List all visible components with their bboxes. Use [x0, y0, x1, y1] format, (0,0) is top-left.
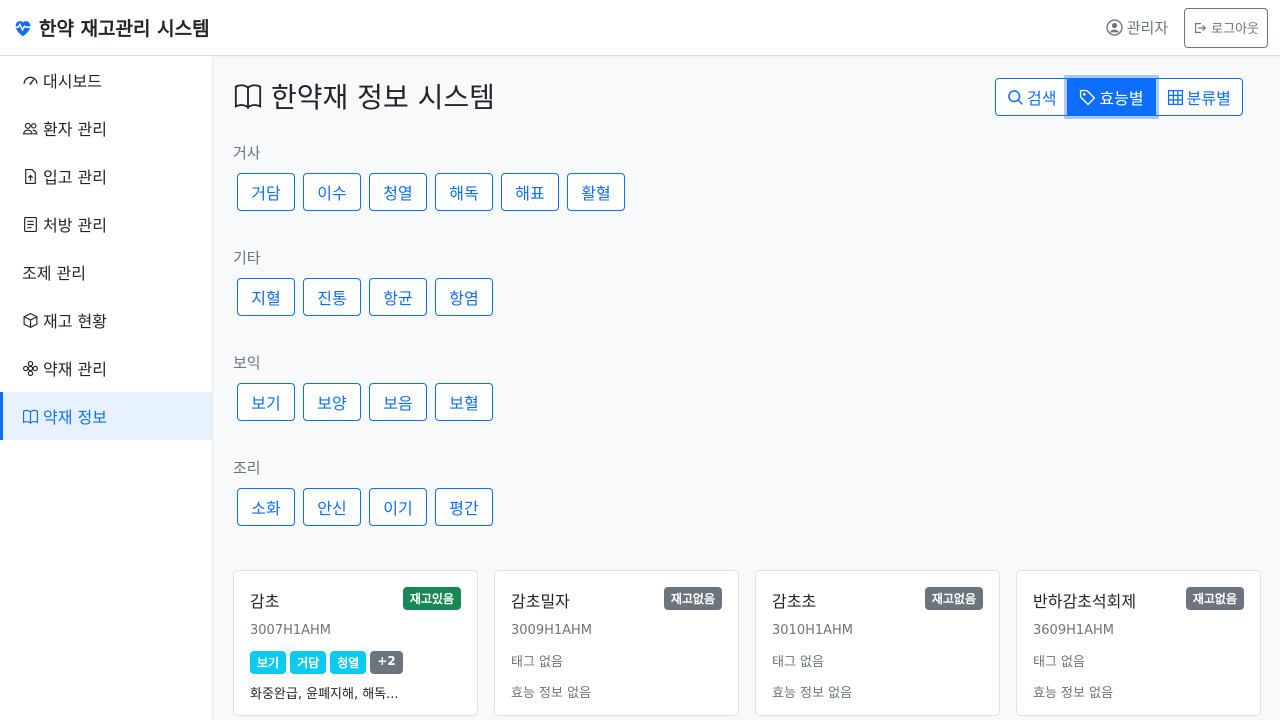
efficacy-tag-button[interactable]: 보기	[237, 383, 295, 421]
herb-effect: 화중완급, 윤폐지해, 해독...	[250, 687, 399, 702]
efficacy-tag-badge: 청열	[330, 651, 367, 674]
efficacy-tag-button[interactable]: 항균	[369, 278, 427, 316]
efficacy-tag-button[interactable]: 거담	[237, 173, 295, 211]
efficacy-tag-button[interactable]: 활혈	[567, 173, 625, 211]
logout-button[interactable]: 로그아웃	[1184, 7, 1268, 48]
efficacy-tag-button[interactable]: 보양	[303, 383, 361, 421]
efficacy-tag-button[interactable]: 평간	[435, 488, 493, 526]
sidebar-item-label: 환자 관리	[43, 120, 107, 139]
herb-code: 3609H1AHM	[1033, 623, 1115, 638]
app-title: 한약 재고관리 시스템	[39, 18, 210, 40]
efficacy-tag-button[interactable]: 지혈	[237, 278, 295, 316]
sidebar-item-label: 처방 관리	[43, 216, 107, 235]
user-menu[interactable]: 관리자	[1106, 17, 1168, 38]
sidebar-item-label: 약재 관리	[43, 360, 107, 379]
herb-card[interactable]: 감초초 재고없음 3010H1AHM 태그 없음 효능 정보 없음	[755, 570, 1000, 716]
efficacy-tag-button[interactable]: 이수	[303, 173, 361, 211]
herb-card-list: 감초 재고있음 3007H1AHM 보기 거담 청열 +2 화중완급, 윤폐지해…	[233, 570, 1261, 716]
efficacy-tag-badge: 거담	[290, 651, 327, 674]
herb-tags: 보기 거담 청열 +2	[250, 651, 461, 674]
sidebar-item-label: 조제 관리	[22, 264, 86, 283]
flower-icon	[23, 360, 38, 376]
efficacy-tag-button[interactable]: 청열	[369, 173, 427, 211]
file-arrow-up-icon	[25, 168, 36, 184]
person-circle-icon	[1106, 19, 1123, 36]
efficacy-tag-button[interactable]: 소화	[237, 488, 295, 526]
herb-code: 3009H1AHM	[511, 623, 593, 638]
app-brand[interactable]: 한약 재고관리 시스템	[12, 14, 210, 41]
efficacy-tag-button[interactable]: 진통	[303, 278, 361, 316]
speedometer-icon	[23, 76, 38, 85]
sidebar-item-herb-info[interactable]: 약재 정보	[0, 392, 212, 440]
no-effect-text: 효능 정보 없음	[1033, 686, 1114, 701]
more-tags-badge: +2	[370, 651, 403, 674]
user-name: 관리자	[1126, 19, 1169, 37]
no-tags-text: 태그 없음	[511, 655, 563, 670]
search-view-label: 검색	[1027, 89, 1057, 108]
heart-pulse-icon	[14, 20, 32, 36]
herb-card[interactable]: 감초 재고있음 3007H1AHM 보기 거담 청열 +2 화중완급, 윤폐지해…	[233, 570, 478, 716]
efficacy-tag-button[interactable]: 보혈	[435, 383, 493, 421]
efficacy-tag-button[interactable]: 해표	[501, 173, 559, 211]
sidebar-item-compounding[interactable]: 조제 관리	[0, 248, 212, 296]
stock-status-badge: 재고있음	[402, 587, 461, 610]
efficacy-category: 조리 소화 안신 이기 평간	[233, 457, 501, 526]
sidebar-item-label: 입고 관리	[43, 168, 107, 187]
category-label: 기타	[233, 249, 261, 267]
stock-status-badge: 재고없음	[1185, 587, 1244, 610]
efficacy-tag-button[interactable]: 안신	[303, 488, 361, 526]
herb-code: 3007H1AHM	[250, 623, 332, 638]
efficacy-view-label: 효능별	[1099, 89, 1144, 108]
sidebar-item-inventory[interactable]: 재고 현황	[0, 296, 212, 344]
efficacy-category: 보익 보기 보양 보음 보혈	[233, 352, 501, 421]
stock-status-badge: 재고없음	[663, 587, 722, 610]
sidebar-item-receiving[interactable]: 입고 관리	[0, 152, 212, 200]
sidebar-item-label: 재고 현황	[43, 312, 107, 331]
grid-icon	[1167, 89, 1183, 105]
top-navbar: 한약 재고관리 시스템 관리자 로그아웃	[0, 0, 1280, 56]
sidebar: 대시보드 환자 관리 입고 관리 처방 관리 조제 관리 재고 현황 약재 관리…	[0, 56, 213, 720]
sidebar-item-patients[interactable]: 환자 관리	[0, 104, 212, 152]
logout-label: 로그아웃	[1211, 22, 1259, 37]
herb-card[interactable]: 감초밀자 재고없음 3009H1AHM 태그 없음 효능 정보 없음	[494, 570, 739, 716]
view-toggle-group: 검색 효능별 분류별	[995, 78, 1243, 116]
category-view-button[interactable]: 분류별	[1154, 78, 1243, 116]
category-label: 조리	[233, 459, 261, 477]
box-arrow-right-icon	[1195, 22, 1207, 33]
efficacy-tag-button[interactable]: 해독	[435, 173, 493, 211]
no-tags-text: 태그 없음	[1033, 655, 1085, 670]
search-view-button[interactable]: 검색	[995, 78, 1069, 116]
sidebar-item-prescriptions[interactable]: 처방 관리	[0, 200, 212, 248]
efficacy-tag-button[interactable]: 이기	[369, 488, 427, 526]
category-label: 거사	[233, 144, 261, 162]
page-title-text: 한약재 정보 시스템	[271, 81, 495, 114]
efficacy-tag-badge: 보기	[250, 651, 287, 674]
herb-code: 3010H1AHM	[772, 623, 854, 638]
sidebar-item-dashboard[interactable]: 대시보드	[0, 56, 212, 104]
search-icon	[1008, 89, 1023, 105]
main-content: 한약재 정보 시스템 검색 효능별 분류별 거사 거담 이수 청열 해독 해표 …	[213, 56, 1280, 720]
no-effect-text: 효능 정보 없음	[511, 686, 592, 701]
efficacy-category: 거사 거담 이수 청열 해독 해표 활혈	[233, 142, 633, 211]
book-icon	[234, 84, 262, 110]
efficacy-view-button[interactable]: 효능별	[1067, 78, 1156, 116]
sidebar-item-herbs[interactable]: 약재 관리	[0, 344, 212, 392]
category-label: 보익	[233, 354, 261, 372]
stock-status-badge: 재고없음	[924, 587, 983, 610]
no-effect-text: 효능 정보 없음	[772, 686, 853, 701]
tag-icon	[1080, 89, 1096, 105]
box-icon	[23, 312, 38, 328]
prescription-icon	[24, 216, 37, 232]
people-icon	[22, 122, 38, 134]
efficacy-tag-button[interactable]: 보음	[369, 383, 427, 421]
no-tags-text: 태그 없음	[772, 655, 824, 670]
sidebar-item-label: 대시보드	[43, 72, 102, 91]
category-view-label: 분류별	[1186, 89, 1231, 108]
page-title: 한약재 정보 시스템	[233, 76, 495, 116]
efficacy-category: 기타 지혈 진통 항균 항염	[233, 247, 501, 316]
sidebar-item-label: 약재 정보	[43, 408, 107, 427]
book-icon	[23, 409, 38, 424]
efficacy-tag-button[interactable]: 항염	[435, 278, 493, 316]
herb-card[interactable]: 반하감초석회제 재고없음 3609H1AHM 태그 없음 효능 정보 없음	[1016, 570, 1261, 716]
